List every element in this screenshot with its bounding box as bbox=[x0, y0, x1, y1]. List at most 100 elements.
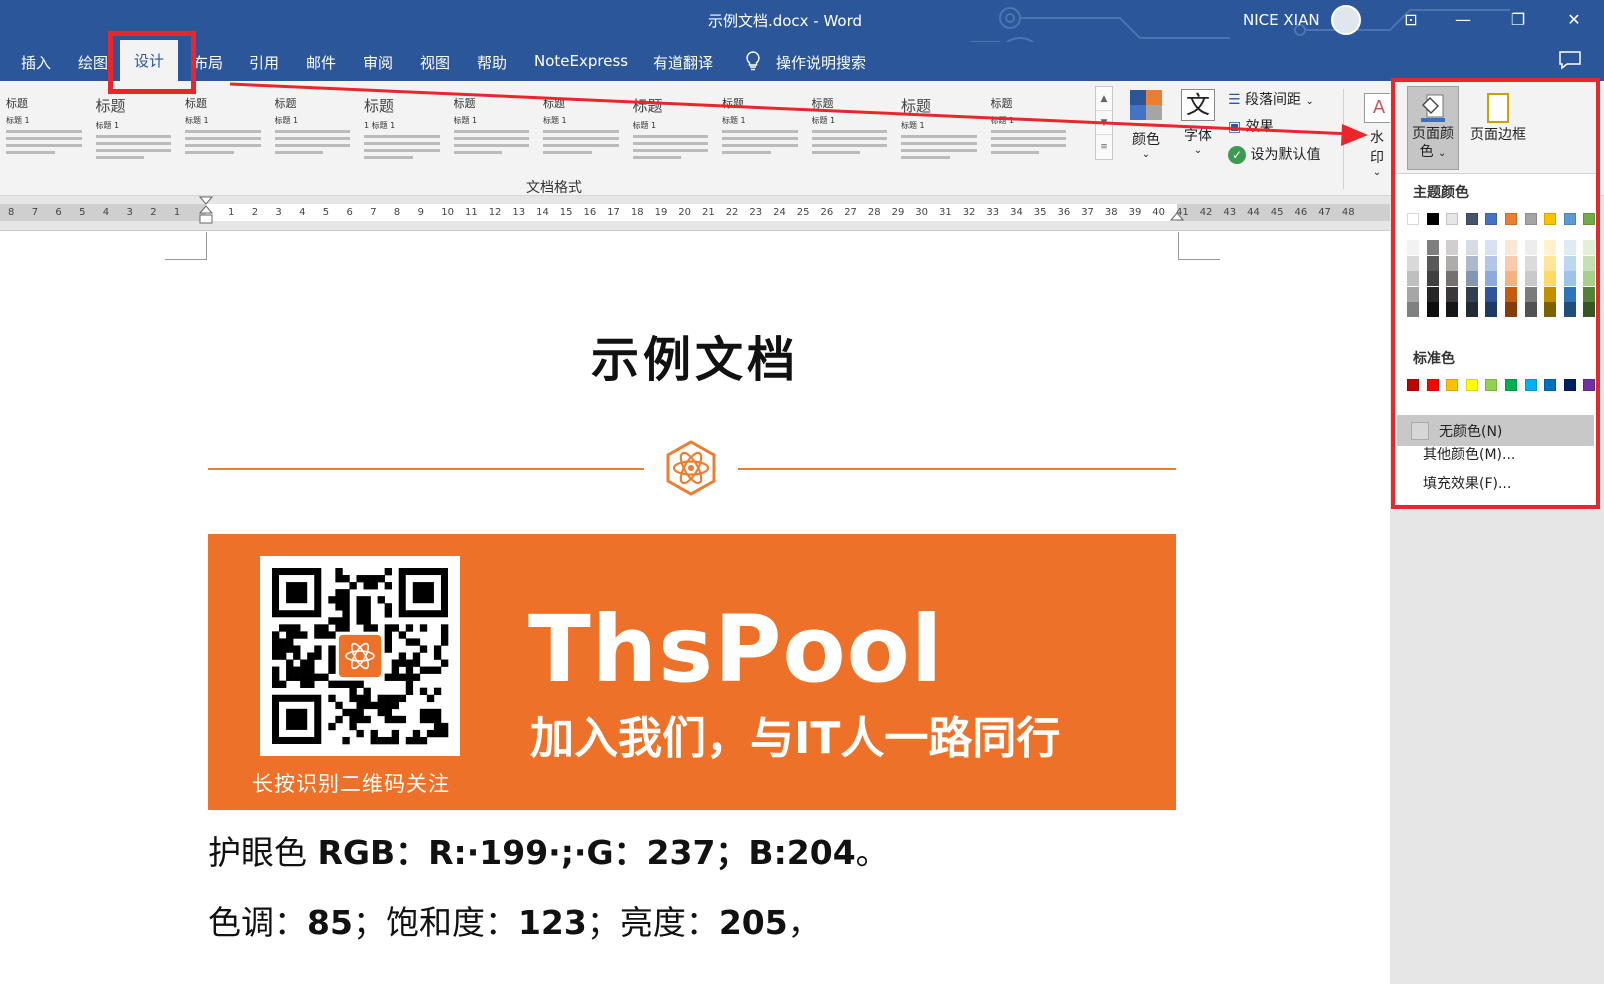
standard-color-swatch[interactable] bbox=[1505, 379, 1517, 391]
horizontal-ruler[interactable]: 8 7 6 5 4 3 2 1 1 2 3 4 5 6 7 8 9 10 11 12 13 14 15 16 17 18 19 20 2… bbox=[0, 196, 1390, 231]
standard-color-swatch[interactable] bbox=[1465, 379, 1478, 391]
theme-shade-swatch[interactable] bbox=[1407, 240, 1419, 255]
paragraph-spacing-button[interactable]: ☰ 段落间距 ⌄ bbox=[1228, 89, 1314, 109]
theme-color-swatch[interactable] bbox=[1485, 213, 1498, 225]
fonts-button[interactable]: 文 字体 ⌄ bbox=[1176, 89, 1220, 156]
theme-shade-swatch[interactable] bbox=[1485, 240, 1498, 255]
tab-references[interactable]: 引用 bbox=[249, 52, 279, 73]
theme-shade-swatch[interactable] bbox=[1544, 240, 1557, 255]
theme-shade-swatch[interactable] bbox=[1544, 302, 1557, 317]
theme-color-swatch[interactable] bbox=[1524, 213, 1537, 225]
standard-color-swatch[interactable] bbox=[1583, 379, 1596, 391]
theme-shade-swatch[interactable] bbox=[1524, 302, 1537, 317]
standard-color-swatch[interactable] bbox=[1524, 379, 1537, 391]
theme-shade-swatch[interactable] bbox=[1524, 255, 1537, 271]
theme-color-swatch[interactable] bbox=[1505, 213, 1517, 225]
style-set-thumbnail[interactable]: 标题 标题 1 bbox=[722, 85, 804, 165]
standard-color-swatch[interactable] bbox=[1446, 379, 1459, 391]
theme-shade-swatch[interactable] bbox=[1505, 286, 1517, 302]
standard-color-swatch[interactable] bbox=[1407, 379, 1419, 391]
gallery-down-icon[interactable]: ▼ bbox=[1096, 111, 1112, 135]
theme-shade-swatch[interactable] bbox=[1426, 240, 1439, 255]
theme-shade-swatch[interactable] bbox=[1426, 302, 1439, 317]
theme-shade-swatch[interactable] bbox=[1583, 255, 1596, 271]
style-set-thumbnail[interactable]: 标题 标题 1 bbox=[811, 85, 894, 165]
theme-shade-swatch[interactable] bbox=[1446, 255, 1459, 271]
theme-shade-swatch[interactable] bbox=[1465, 240, 1478, 255]
theme-shade-swatch[interactable] bbox=[1446, 302, 1459, 317]
theme-shade-swatch[interactable] bbox=[1524, 271, 1537, 286]
page-color-button[interactable]: 页面颜 色 ⌄ bbox=[1407, 86, 1459, 170]
tab-layout[interactable]: 布局 bbox=[193, 52, 223, 73]
theme-color-swatch[interactable] bbox=[1583, 213, 1596, 225]
restore-button[interactable]: ❐ bbox=[1503, 6, 1533, 34]
tab-insert[interactable]: 插入 bbox=[21, 52, 51, 73]
theme-color-swatch[interactable] bbox=[1407, 213, 1419, 225]
tell-me-search[interactable]: 操作说明搜索 bbox=[776, 52, 866, 73]
style-set-thumbnail[interactable]: 标题 标题 1 bbox=[185, 85, 267, 165]
gallery-more-icon[interactable]: ≡ bbox=[1096, 135, 1112, 159]
theme-shade-swatch[interactable] bbox=[1446, 271, 1459, 286]
theme-shade-swatch[interactable] bbox=[1563, 255, 1576, 271]
tab-view[interactable]: 视图 bbox=[420, 52, 450, 73]
style-set-thumbnail[interactable]: 标题 标题 1 bbox=[543, 85, 625, 165]
watermark-button[interactable]: A 水印 ⌄ bbox=[1364, 93, 1390, 178]
theme-color-swatch[interactable] bbox=[1563, 213, 1576, 225]
theme-shade-swatch[interactable] bbox=[1465, 255, 1478, 271]
right-indent-marker-icon[interactable] bbox=[1170, 204, 1184, 222]
style-set-thumbnail[interactable]: 标题 1 标题 1 bbox=[364, 85, 446, 165]
gallery-scroll[interactable]: ▲ ▼ ≡ bbox=[1095, 86, 1113, 160]
theme-shade-swatch[interactable] bbox=[1485, 286, 1498, 302]
close-button[interactable]: ✕ bbox=[1559, 6, 1589, 34]
theme-shade-swatch[interactable] bbox=[1563, 240, 1576, 255]
theme-shade-swatch[interactable] bbox=[1485, 271, 1498, 286]
comments-icon[interactable] bbox=[1558, 50, 1582, 70]
theme-color-swatch[interactable] bbox=[1426, 213, 1439, 225]
theme-shade-swatch[interactable] bbox=[1524, 240, 1537, 255]
tab-help[interactable]: 帮助 bbox=[477, 52, 507, 73]
page-borders-button[interactable]: 页面边框 bbox=[1463, 86, 1533, 170]
style-set-thumbnail[interactable]: 标题 标题 1 bbox=[453, 85, 536, 165]
set-as-default-button[interactable]: ✓ 设为默认值 bbox=[1228, 144, 1320, 164]
standard-color-swatch[interactable] bbox=[1485, 379, 1498, 391]
theme-shade-swatch[interactable] bbox=[1446, 240, 1459, 255]
theme-shade-swatch[interactable] bbox=[1583, 302, 1596, 317]
style-set-thumbnail[interactable]: 标题 标题 1 bbox=[632, 85, 715, 165]
theme-shade-swatch[interactable] bbox=[1544, 255, 1557, 271]
theme-shade-swatch[interactable] bbox=[1446, 286, 1459, 302]
theme-shade-swatch[interactable] bbox=[1563, 286, 1576, 302]
standard-color-swatch[interactable] bbox=[1426, 379, 1439, 391]
standard-color-swatch[interactable] bbox=[1544, 379, 1557, 391]
theme-color-swatch[interactable] bbox=[1465, 213, 1478, 225]
theme-shade-swatch[interactable] bbox=[1583, 271, 1596, 286]
theme-shade-swatch[interactable] bbox=[1583, 240, 1596, 255]
theme-shade-swatch[interactable] bbox=[1426, 255, 1439, 271]
style-set-thumbnail[interactable]: 标题 标题 1 bbox=[274, 85, 357, 165]
theme-shade-swatch[interactable] bbox=[1583, 286, 1596, 302]
theme-shade-swatch[interactable] bbox=[1426, 271, 1439, 286]
theme-shade-swatch[interactable] bbox=[1505, 271, 1517, 286]
gallery-up-icon[interactable]: ▲ bbox=[1096, 87, 1112, 111]
minimize-button[interactable]: — bbox=[1448, 6, 1478, 34]
tab-noteexpress[interactable]: NoteExpress bbox=[534, 52, 628, 70]
theme-shade-swatch[interactable] bbox=[1407, 286, 1419, 302]
user-name[interactable]: NICE XIAN bbox=[1243, 11, 1320, 29]
tab-mailings[interactable]: 邮件 bbox=[306, 52, 336, 73]
theme-shade-swatch[interactable] bbox=[1465, 271, 1478, 286]
theme-shade-swatch[interactable] bbox=[1465, 286, 1478, 302]
fill-effects-item[interactable]: 填充效果(F)... bbox=[1423, 473, 1511, 493]
avatar[interactable] bbox=[1331, 5, 1361, 35]
theme-shade-swatch[interactable] bbox=[1563, 302, 1576, 317]
theme-shade-swatch[interactable] bbox=[1524, 286, 1537, 302]
style-set-thumbnail[interactable]: 标题 标题 1 bbox=[990, 85, 1073, 165]
style-set-thumbnail[interactable]: 标题 标题 1 bbox=[901, 85, 983, 165]
theme-shade-swatch[interactable] bbox=[1485, 302, 1498, 317]
theme-shade-swatch[interactable] bbox=[1505, 255, 1517, 271]
theme-shade-swatch[interactable] bbox=[1407, 255, 1419, 271]
theme-shade-swatch[interactable] bbox=[1505, 240, 1517, 255]
tab-youdao-translate[interactable]: 有道翻译 bbox=[653, 52, 713, 73]
theme-shade-swatch[interactable] bbox=[1544, 271, 1557, 286]
theme-shade-swatch[interactable] bbox=[1563, 271, 1576, 286]
theme-shade-swatch[interactable] bbox=[1505, 302, 1517, 317]
theme-color-swatch[interactable] bbox=[1446, 213, 1459, 225]
